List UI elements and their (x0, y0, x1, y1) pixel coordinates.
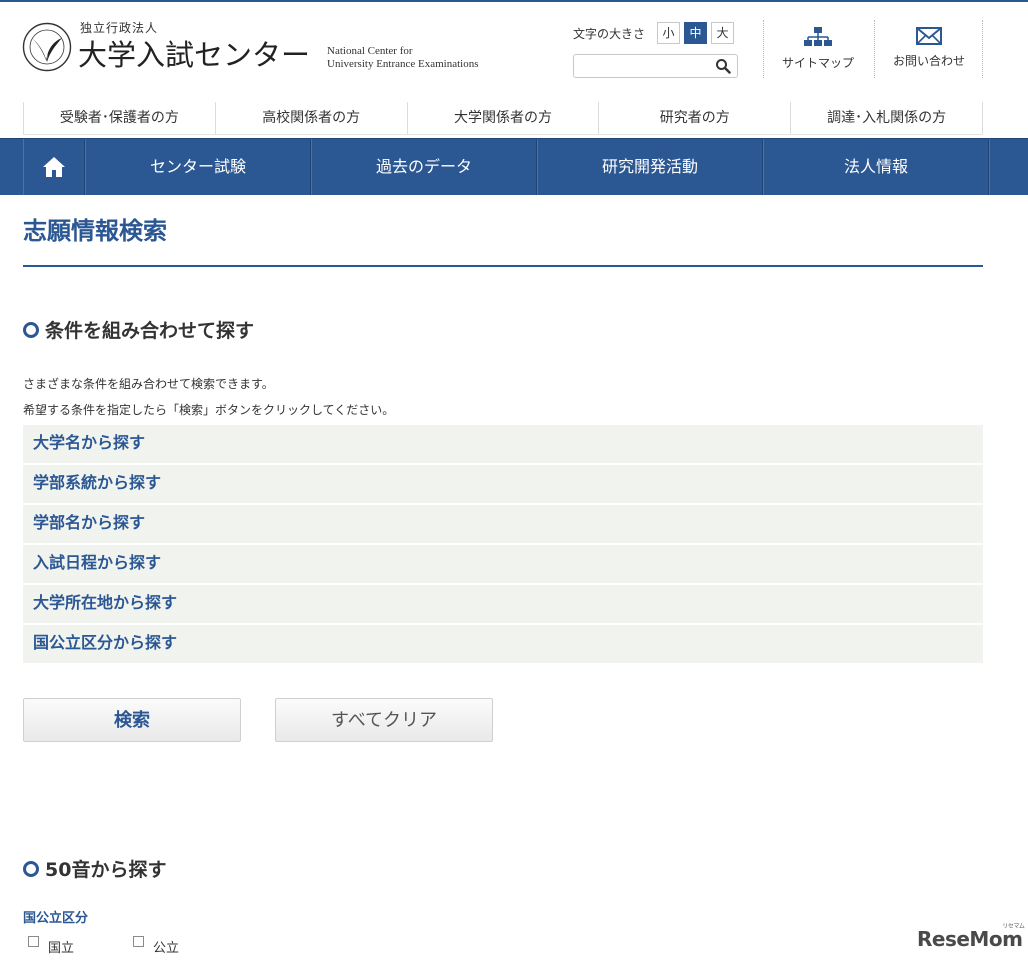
main-nav-center-test[interactable]: センター試験 (85, 139, 311, 195)
org-en-line-1: National Center for (327, 45, 413, 57)
home-button[interactable] (23, 139, 85, 195)
public-private-group-label: 国公立区分 (23, 911, 89, 926)
condition-location[interactable]: 大学所在地から探す (23, 585, 983, 623)
main-nav-past-data[interactable]: 過去のデータ (311, 139, 537, 195)
logo-emblem[interactable] (22, 22, 72, 72)
audience-nav-researchers[interactable]: 研究者の方 (598, 102, 790, 134)
sitemap-label: サイトマップ (781, 56, 854, 70)
mail-icon (916, 27, 942, 45)
main-nav-spacer (989, 139, 1028, 195)
condition-university-name[interactable]: 大学名から探す (23, 425, 983, 463)
page-title: 志願情報検索 (23, 217, 167, 245)
main-nav-research[interactable]: 研究開発活動 (537, 139, 763, 195)
search-input[interactable] (578, 57, 712, 75)
public-checkbox[interactable] (133, 936, 144, 947)
section-heading-syllabary: 50音から探す (23, 855, 166, 882)
bullet-circle-icon (23, 321, 39, 338)
condition-public-private[interactable]: 国公立区分から探す (23, 625, 983, 663)
font-size-small-button[interactable]: 小 (657, 22, 680, 44)
audience-nav-procurement[interactable]: 調達･入札関係の方 (790, 102, 983, 134)
watermark-small-text: リセマム (1002, 923, 1025, 930)
audience-nav-high-school[interactable]: 高校関係者の方 (214, 102, 407, 134)
org-en-line-2: University Entrance Examinations (327, 58, 479, 70)
main-nav: センター試験 過去のデータ 研究開発活動 法人情報 (0, 138, 1028, 195)
top-accent-line (0, 0, 1028, 2)
section-heading-text: 条件を組み合わせて探す (45, 320, 255, 342)
description-line-2: 希望する条件を指定したら「検索」ボタンをクリックしてください。 (23, 403, 395, 417)
description-line-1: さまざまな条件を組み合わせて検索できます。 (23, 377, 274, 391)
search-button[interactable]: 検索 (23, 698, 241, 742)
section-heading-text: 50音から探す (45, 859, 167, 881)
title-divider (23, 265, 983, 267)
site-logo-text[interactable]: 大学入試センター (78, 32, 310, 74)
condition-exam-schedule[interactable]: 入試日程から探す (23, 545, 983, 583)
font-size-label: 文字の大きさ (573, 27, 646, 41)
audience-nav: 受験者･保護者の方 高校関係者の方 大学関係者の方 研究者の方 調達･入札関係の… (23, 102, 983, 135)
font-size-medium-button[interactable]: 中 (684, 22, 707, 44)
national-checkbox-label[interactable]: 国立 (48, 937, 74, 956)
org-english-name: National Center for University Entrance … (327, 45, 479, 71)
search-icon[interactable] (715, 58, 731, 74)
font-size-large-button[interactable]: 大 (711, 22, 734, 44)
contact-link[interactable]: お問い合わせ (875, 20, 983, 78)
condition-faculty-category[interactable]: 学部系統から探す (23, 465, 983, 503)
audience-nav-university[interactable]: 大学関係者の方 (406, 102, 599, 134)
resemom-watermark: ReseMom リセマム (917, 923, 1025, 951)
sitemap-link[interactable]: サイトマップ (764, 20, 872, 78)
national-checkbox[interactable] (28, 936, 39, 947)
bullet-circle-icon (23, 860, 39, 877)
audience-nav-examinees[interactable]: 受験者･保護者の方 (23, 102, 215, 134)
header-divider (982, 20, 983, 78)
contact-label: お問い合わせ (892, 54, 965, 68)
main-nav-corporate-info[interactable]: 法人情報 (763, 139, 989, 195)
condition-list: 大学名から探す 学部系統から探す 学部名から探す 入試日程から探す 大学所在地か… (23, 425, 983, 665)
section-heading-combine: 条件を組み合わせて探す (23, 316, 254, 343)
watermark-text: ReseMom (917, 927, 1023, 951)
condition-faculty-name[interactable]: 学部名から探す (23, 505, 983, 543)
home-icon (43, 157, 65, 177)
clear-all-button[interactable]: すべてクリア (275, 698, 493, 742)
public-checkbox-label[interactable]: 公立 (153, 937, 179, 956)
site-search-box (573, 54, 738, 78)
sitemap-icon (804, 27, 832, 46)
